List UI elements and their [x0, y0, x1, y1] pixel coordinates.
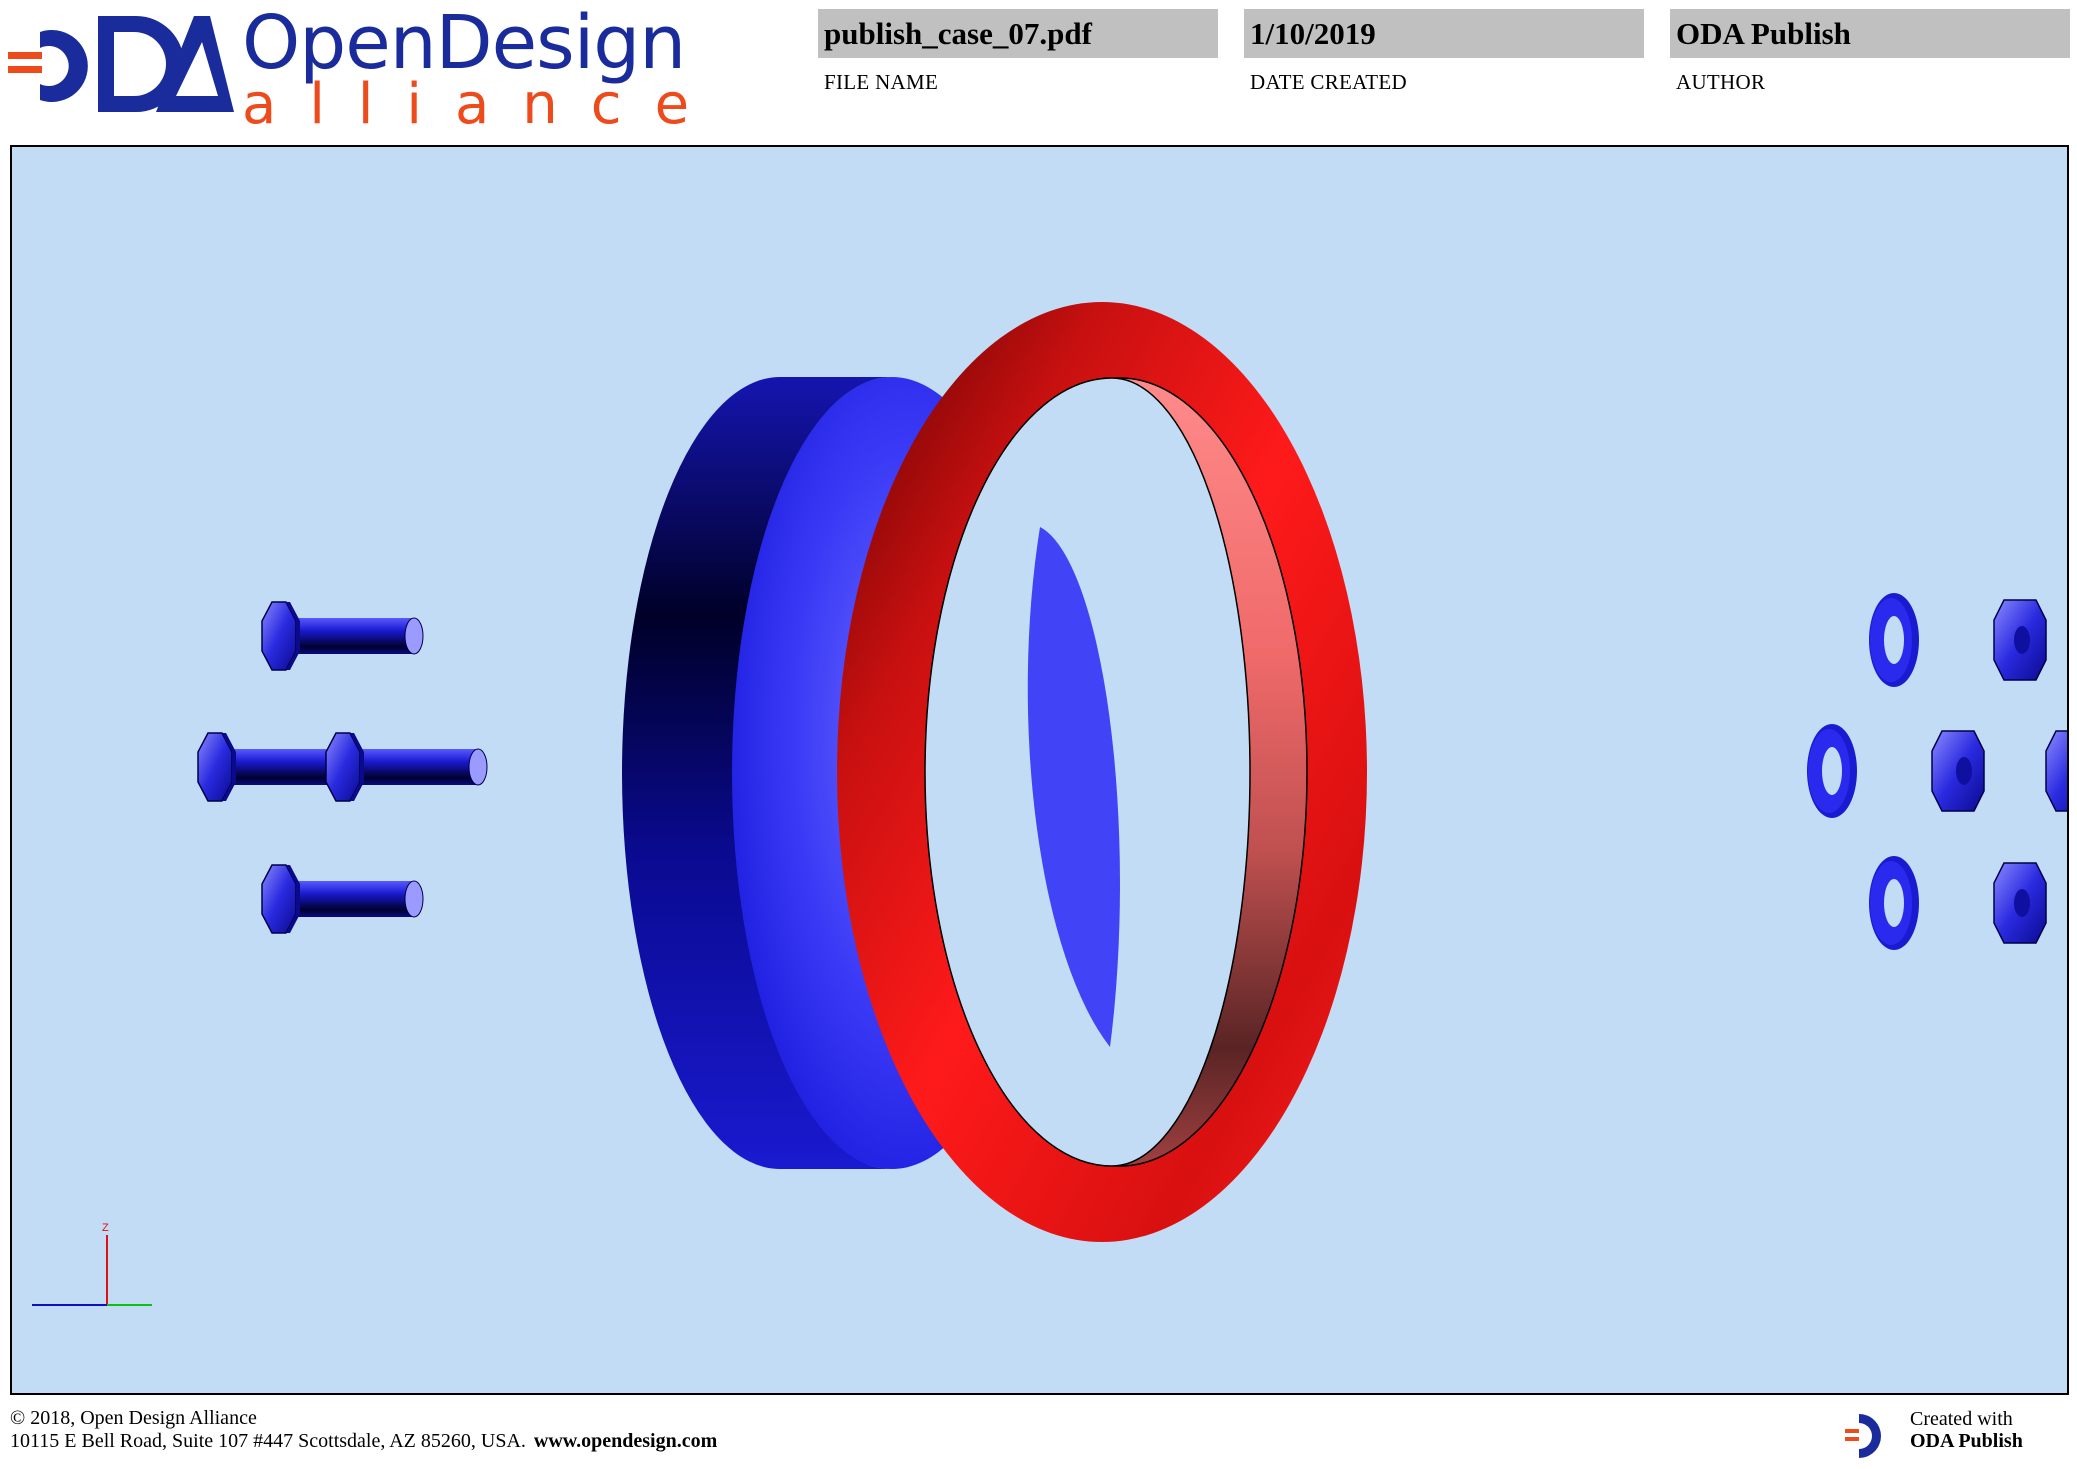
date-created-field: 1/10/2019 DATE CREATED — [1244, 9, 1644, 95]
logo-wordmark-bottom: alliance — [242, 72, 723, 137]
oda-logo: OpenDesign alliance — [6, 0, 689, 137]
file-name-field: publish_case_07.pdf FILE NAME — [818, 9, 1218, 95]
washer-2[interactable] — [1807, 724, 1857, 818]
3d-scene[interactable]: Z — [12, 147, 2067, 1393]
created-with-product: ODA Publish — [1910, 1430, 2023, 1452]
axis-triad: Z — [32, 1222, 152, 1306]
address-text: 10115 E Bell Road, Suite 107 #447 Scotts… — [10, 1430, 526, 1452]
nut-4-partial[interactable] — [2045, 730, 2067, 812]
washer-3[interactable] — [1869, 856, 1919, 950]
bolt-1[interactable] — [261, 601, 424, 671]
nut-1[interactable] — [1993, 599, 2047, 681]
footer-info: © 2018, Open Design Alliance 10115 E Bel… — [10, 1407, 717, 1453]
file-name-value: publish_case_07.pdf — [818, 9, 1218, 58]
file-name-label: FILE NAME — [824, 70, 939, 94]
bolt-4[interactable] — [261, 864, 424, 934]
copyright-text: © 2018, Open Design Alliance — [10, 1407, 257, 1429]
3d-viewport[interactable]: Z — [10, 145, 2069, 1395]
created-with-text: Created with ODA Publish — [1910, 1408, 2023, 1452]
author-field: ODA Publish AUTHOR — [1670, 9, 2070, 95]
date-created-value: 1/10/2019 — [1244, 9, 1644, 58]
oda-logo-icon — [8, 16, 234, 112]
axis-z-label: Z — [102, 1222, 109, 1234]
author-label: AUTHOR — [1676, 70, 1766, 94]
nut-3[interactable] — [1993, 862, 2047, 944]
date-created-label: DATE CREATED — [1250, 70, 1408, 94]
address-line: 10115 E Bell Road, Suite 107 #447 Scotts… — [10, 1430, 717, 1453]
website-link[interactable]: www.opendesign.com — [534, 1430, 717, 1452]
nut-2[interactable] — [1931, 730, 1985, 812]
created-with-badge: Created with ODA Publish — [1840, 1404, 2060, 1464]
washer-1[interactable] — [1869, 593, 1919, 687]
red-ring[interactable] — [837, 302, 1367, 1242]
created-with-label: Created with — [1910, 1408, 2013, 1430]
author-value: ODA Publish — [1670, 9, 2070, 58]
oda-small-logo-icon — [1845, 1414, 1881, 1458]
bolt-3[interactable] — [325, 732, 488, 802]
